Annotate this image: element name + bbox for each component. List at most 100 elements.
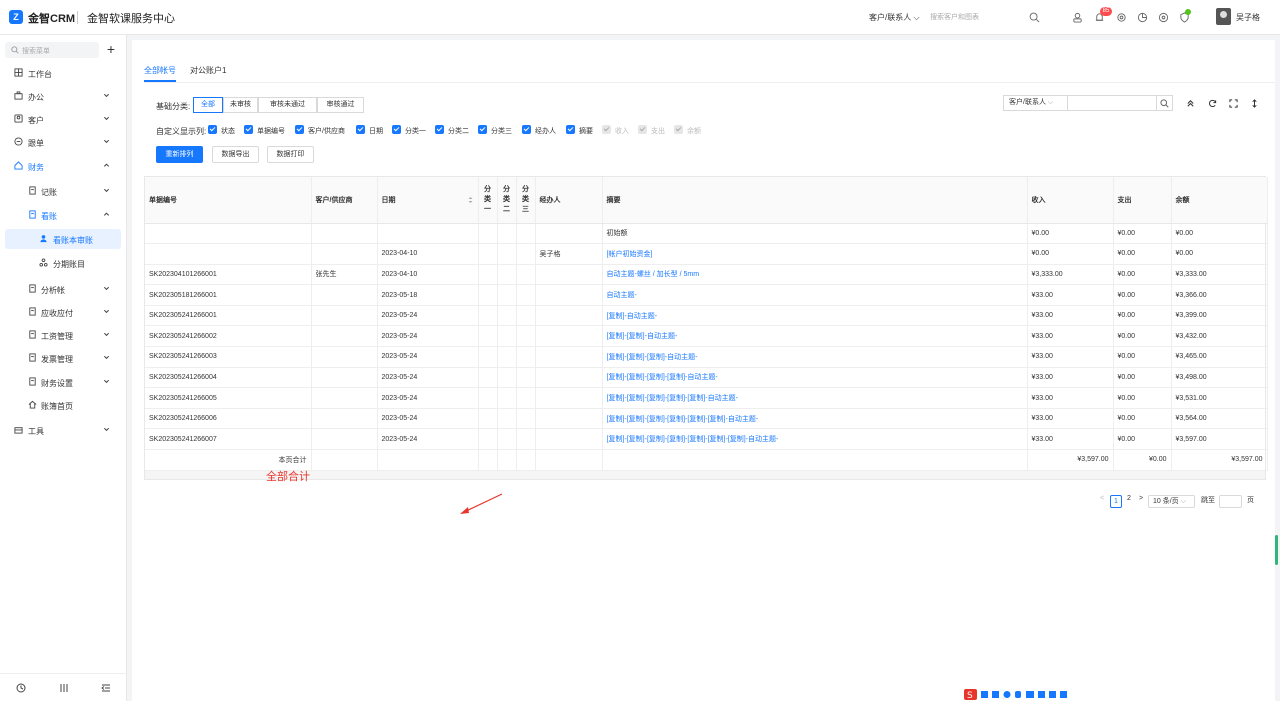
refresh-icon[interactable] [1208, 99, 1217, 108]
sidebar-item-salary[interactable]: 工资管理 [0, 325, 126, 345]
segment-review-passed[interactable]: 审核通过 [317, 97, 364, 113]
table-cell[interactable]: [复制]-[复制]-[复制]-[复制]-[复制]-自动主题- [602, 387, 1028, 409]
ime-toolbar[interactable]: S [964, 688, 1074, 701]
table-cell[interactable]: 自动主题- [602, 284, 1028, 306]
table-search-type-select[interactable]: 客户/联系人 ⌵ [1003, 95, 1067, 111]
table-cell[interactable]: [复制]-[复制]-[复制]-[复制]-[复制]-[复制]-自动主题- [602, 408, 1028, 430]
sidebar-item-analysis[interactable]: 分析帐 [0, 279, 126, 299]
print-button[interactable]: 数据打印 [267, 146, 314, 163]
table-cell [535, 264, 603, 286]
gear-icon[interactable] [1116, 12, 1127, 23]
table-row[interactable]: SK202305241266004 2023-05-24 [复制]-[复制]-[复制… [145, 367, 1268, 389]
chart-icon[interactable] [1137, 12, 1148, 23]
table-row[interactable]: SK202305241266006 2023-05-24 [复制]-[复制]-[复制… [145, 408, 1268, 430]
sidebar-item-invoice[interactable]: 发票管理 [0, 348, 126, 368]
column-height-icon[interactable] [1250, 99, 1259, 108]
table-search-button[interactable] [1157, 95, 1173, 111]
search-icon[interactable] [1029, 12, 1040, 23]
table-cell[interactable]: [复制]-[复制]-[复制]-自动主题- [602, 346, 1028, 368]
table-cell[interactable]: [复制]-[复制]-[复制]-[复制]-[复制]-[复制]-[复制]-自动主题- [602, 428, 1028, 451]
export-button[interactable]: 数据导出 [212, 146, 259, 163]
segment-unreviewed[interactable]: 未审核 [223, 97, 258, 113]
table-cell [516, 367, 536, 389]
table-row[interactable]: SK202305241266005 2023-05-24 [复制]-[复制]-[复制… [145, 387, 1268, 409]
sidebar-item-installment[interactable]: 分期账目 [0, 253, 126, 273]
fullscreen-icon[interactable] [1229, 99, 1238, 108]
header-search-type-select[interactable]: 客户/联系人 ⌵ [869, 12, 920, 23]
sidebar-search-input[interactable]: 搜索菜单 [5, 42, 99, 58]
table-cell: ¥3,498.00 [1171, 367, 1268, 389]
sidebar-item-ledger-home[interactable]: 账簿首页 [0, 395, 126, 415]
collapse-menu-icon[interactable] [101, 683, 111, 693]
table-cell [478, 387, 498, 409]
sidebar-item-view-ledger[interactable]: 看账 [0, 205, 126, 225]
table-cell: SK202305241266002 [145, 325, 312, 348]
add-icon[interactable]: + [104, 42, 118, 57]
pagination-page-2[interactable]: 2 [1127, 495, 1131, 502]
table-cell: 2023-05-24 [377, 305, 479, 327]
table-cell[interactable]: [复制]-[复制]-自动主题- [602, 325, 1028, 348]
user-name[interactable]: 吴子格 [1236, 12, 1260, 23]
table-cell [478, 325, 498, 348]
collapse-up-icon[interactable] [1186, 99, 1195, 108]
jump-label: 跳至 [1201, 497, 1215, 504]
jump-page-input[interactable] [1219, 495, 1242, 508]
status-dot [1185, 9, 1191, 15]
sidebar-item-finance-settings[interactable]: 财务设置 [0, 372, 126, 392]
sidebar-item-audit-ledger[interactable]: 看账本审账 [5, 229, 121, 249]
table-cell: ¥3,399.00 [1171, 305, 1268, 327]
table-cell[interactable]: 自动主题-螺丝 / 加长型 / 5mm [602, 264, 1028, 286]
sidebar-item-finance[interactable]: 财务 [0, 156, 126, 176]
help-icon[interactable] [1158, 12, 1169, 23]
table-cell [478, 284, 498, 306]
sidebar-item-receivable[interactable]: 应收应付 [0, 302, 126, 322]
page-size-select[interactable]: 10 条/页 ⌵ [1148, 495, 1195, 508]
table-row[interactable]: SK202305241266002 2023-05-24 [复制]-[复制]-自动主… [145, 325, 1268, 348]
table-row[interactable]: 初始额 ¥0.00 ¥0.00 ¥0.00 [145, 223, 1268, 245]
page-scrollbar[interactable] [1275, 535, 1278, 565]
pagination-next[interactable]: > [1139, 495, 1143, 502]
table-cell: SK202305241266001 [145, 305, 312, 327]
table-cell[interactable]: [复制]-[复制]-[复制]-[复制]-自动主题- [602, 367, 1028, 389]
tab-all-accounts[interactable]: 全部帐号 [144, 65, 176, 76]
pagination-page-1[interactable]: 1 [1110, 495, 1122, 508]
table-search-input[interactable] [1067, 95, 1157, 111]
table-cell [478, 367, 498, 389]
avatar[interactable] [1216, 8, 1231, 25]
table-cell[interactable]: [帐户初始资金] [602, 243, 1028, 265]
table-row[interactable]: SK202305241266007 2023-05-24 [复制]-[复制]-[复制… [145, 428, 1268, 451]
header-search-input[interactable]: 搜索客户和图表 [930, 12, 979, 22]
history-icon[interactable] [16, 683, 26, 693]
table-cell: ¥3,597.00 [1171, 428, 1268, 451]
table-row[interactable]: SK202305241266001 2023-05-24 [复制]-自动主题- ¥33… [145, 305, 1268, 327]
table-cell[interactable]: [复制]-自动主题- [602, 305, 1028, 327]
rearrange-button[interactable]: 重新排列 [156, 146, 203, 163]
table-row[interactable]: SK202304101266001 张先生 2023-04-10 自动主题-螺丝 / … [145, 264, 1268, 286]
sidebar-item-office[interactable]: 办公 [0, 86, 126, 106]
table-cell: 2023-05-24 [377, 346, 479, 368]
sidebar-item-bookkeeping[interactable]: 记账 [0, 181, 126, 201]
contacts-icon[interactable] [1072, 12, 1083, 23]
segment-all[interactable]: 全部 [193, 97, 223, 113]
pagination-prev[interactable]: < [1100, 495, 1104, 502]
sort-icon[interactable] [468, 196, 473, 204]
settings-icon [29, 377, 36, 386]
horizontal-scrollbar[interactable] [145, 470, 1265, 479]
table-cell: ¥33.00 [1027, 284, 1114, 306]
table-cell: SK202304101266001 [145, 264, 312, 286]
sidebar-item-customer[interactable]: 客户 [0, 109, 126, 129]
tab-public-account-1[interactable]: 对公账户1 [190, 65, 226, 76]
sidebar-item-tools[interactable]: 工具 [0, 420, 126, 440]
table-cell: ¥33.00 [1027, 346, 1114, 368]
table-row[interactable]: SK202305241266003 2023-05-24 [复制]-[复制]-[复制… [145, 346, 1268, 368]
svg-text:S: S [967, 691, 973, 701]
table-row[interactable]: SK202305181266001 2023-05-18 自动主题- ¥33.00 ¥0… [145, 284, 1268, 306]
sidebar-item-follow[interactable]: 跟单 [0, 132, 126, 152]
table-row[interactable]: 2023-04-10 吴子格 [帐户初始资金] ¥0.00 ¥0.00 ¥0.00 [145, 243, 1268, 265]
filter-icon[interactable] [59, 683, 69, 693]
chevron-down-icon [103, 427, 110, 432]
header-date[interactable]: 日期 [377, 177, 479, 224]
center-name: 金智软课服务中心 [87, 13, 175, 25]
sidebar-item-workbench[interactable]: 工作台 [0, 63, 126, 83]
segment-review-failed[interactable]: 审核未通过 [258, 97, 317, 113]
